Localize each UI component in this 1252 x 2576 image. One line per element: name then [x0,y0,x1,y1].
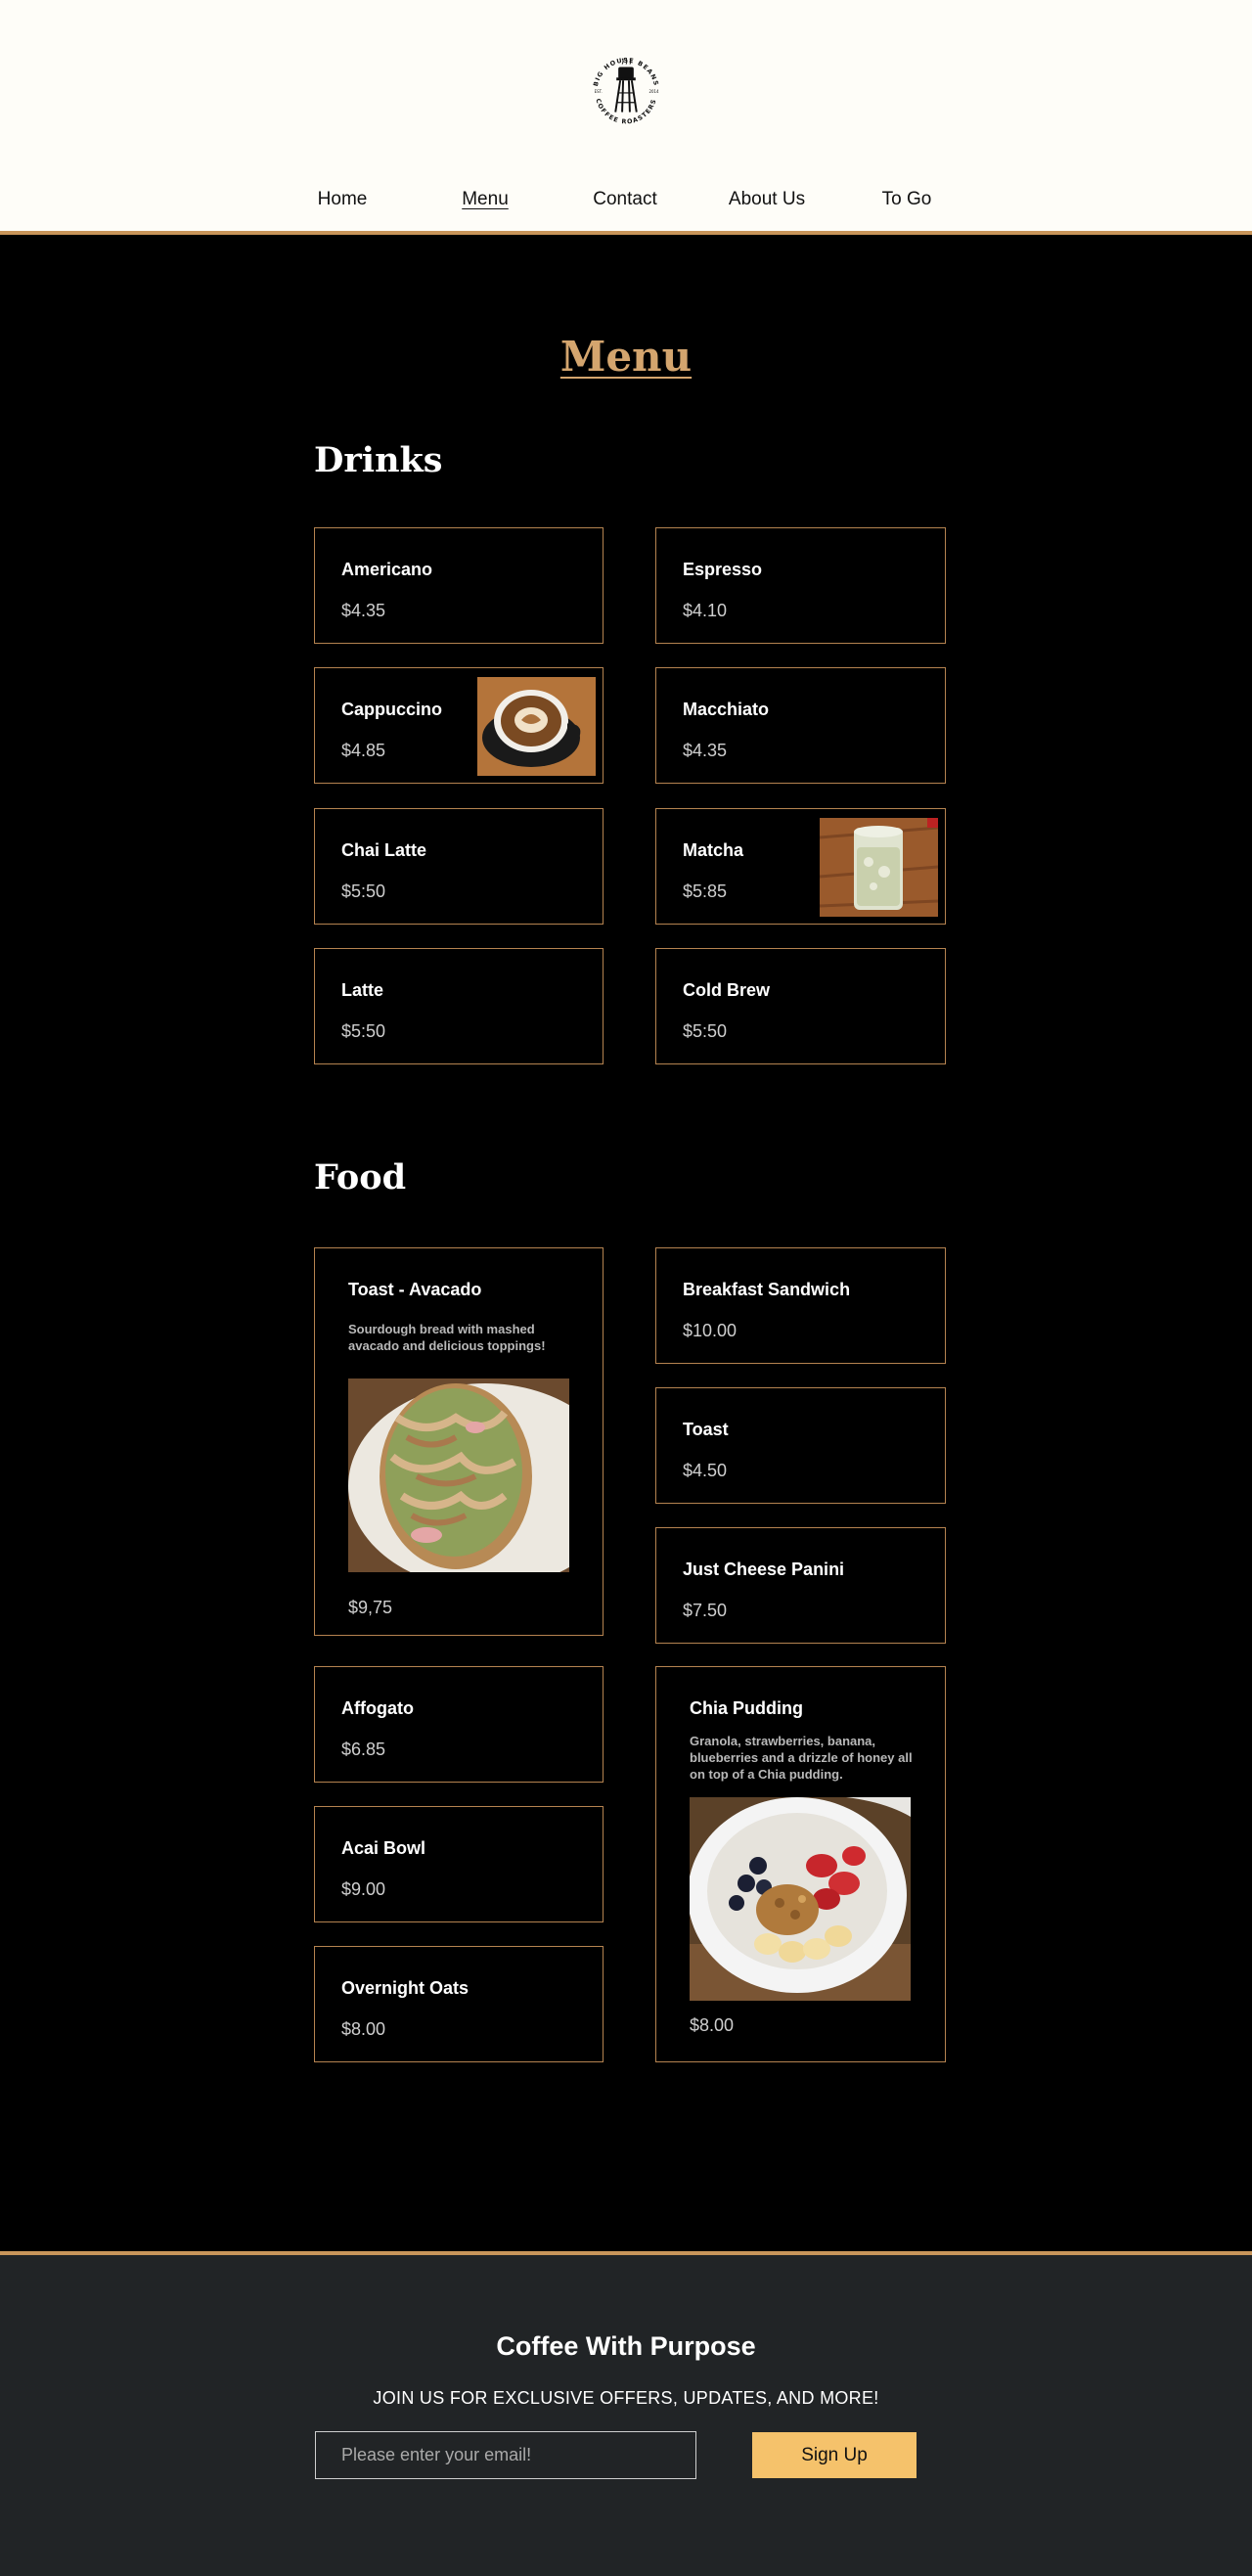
item-name: Toast [683,1420,729,1439]
item-name: Cold Brew [683,980,771,1000]
menu-item-card[interactable]: Latte $5:50 [314,948,604,1064]
nav-home[interactable]: Home [318,189,368,210]
item-price: $4.35 [683,741,728,760]
menu-item-card[interactable]: Cappuccino $4.85 [314,667,604,784]
cappuccino-photo [477,677,596,776]
site-footer: Coffee With Purpose JOIN US FOR EXCLUSIV… [0,2251,1252,2576]
item-description: Granola, strawberries, banana, blueberri… [690,1734,913,1782]
item-name: Toast - Avacado [348,1280,482,1299]
menu-item-card[interactable]: Overnight Oats $8.00 [314,1946,604,2062]
main-nav: Home Menu Contact About Us To Go [0,189,1252,210]
item-name: Latte [341,980,384,1000]
item-price: $5:50 [683,1021,728,1041]
nav-contact[interactable]: Contact [593,189,656,210]
email-field[interactable] [315,2431,696,2479]
menu-item-card[interactable]: Affogato $6.85 [314,1666,604,1783]
menu-item-card[interactable]: Toast - Avacado Sourdough bread with mas… [314,1247,604,1636]
item-price: $5:50 [341,1021,386,1041]
footer-title: Coffee With Purpose [496,2331,756,2361]
menu-item-card[interactable]: Chai Latte $5:50 [314,808,604,925]
menu-item-card[interactable]: Chia Pudding Granola, strawberries, bana… [655,1666,946,2062]
food-heading: Food [314,1157,407,1198]
item-name: Just Cheese Panini [683,1559,845,1579]
svg-text:2014: 2014 [649,89,659,94]
item-name: Chai Latte [341,840,427,860]
item-price: $4.85 [341,741,386,760]
nav-about-us[interactable]: About Us [729,189,805,210]
drinks-heading: Drinks [314,440,443,480]
menu-item-card[interactable]: Just Cheese Panini $7.50 [655,1527,946,1644]
menu-item-card[interactable]: Breakfast Sandwich $10.00 [655,1247,946,1364]
page-title: Menu [559,333,693,381]
sign-up-button[interactable]: Sign Up [752,2432,917,2478]
menu-item-card[interactable]: Macchiato $4.35 [655,667,946,784]
menu-item-card[interactable]: Toast $4.50 [655,1387,946,1504]
item-price: $7.50 [683,1601,728,1620]
menu-item-card[interactable]: Espresso $4.10 [655,527,946,644]
chia-pudding-photo [690,1797,911,2001]
item-price: $8.00 [341,2019,386,2039]
matcha-photo [820,818,938,917]
item-name: Affogato [341,1698,414,1718]
site-header: BIG HOUSE BEANS COFFEE ROASTERS EST. 201… [0,0,1252,235]
item-price: $4.10 [683,601,728,620]
item-name: Cappuccino [341,700,443,719]
item-price: $10.00 [683,1321,738,1340]
big-house-beans-logo[interactable]: BIG HOUSE BEANS COFFEE ROASTERS EST. 201… [578,43,674,139]
avocado-toast-photo [348,1378,569,1572]
item-name: Overnight Oats [341,1978,470,1998]
nav-to-go[interactable]: To Go [882,189,932,210]
item-price: $5:85 [683,881,728,901]
item-price: $8.00 [690,2015,735,2035]
item-description: Sourdough bread with mashed avacado and … [348,1322,546,1353]
menu-item-card[interactable]: Americano $4.35 [314,527,604,644]
item-name: Macchiato [683,700,770,719]
item-price: $6.85 [341,1740,386,1759]
svg-text:EST.: EST. [595,89,603,94]
item-price: $4.50 [683,1461,728,1480]
item-name: Espresso [683,560,763,579]
item-price: $9,75 [348,1598,393,1617]
item-price: $4.35 [341,601,386,620]
menu-item-card[interactable]: Acai Bowl $9.00 [314,1806,604,1922]
item-name: Matcha [683,840,744,860]
menu-item-card[interactable]: Cold Brew $5:50 [655,948,946,1064]
item-price: $5:50 [341,881,386,901]
item-name: Acai Bowl [341,1838,426,1858]
menu-item-card[interactable]: Matcha $5:85 [655,808,946,925]
item-name: Americano [341,560,433,579]
menu-section: Menu Drinks Americano $4.35 Espresso $4.… [0,235,1252,2251]
footer-subtitle: JOIN US FOR EXCLUSIVE OFFERS, UPDATES, A… [373,2388,879,2408]
nav-menu[interactable]: Menu [462,189,509,210]
item-name: Chia Pudding [690,1698,803,1718]
item-price: $9.00 [341,1879,386,1899]
item-name: Breakfast Sandwich [683,1280,851,1299]
svg-text:COFFEE ROASTERS: COFFEE ROASTERS [594,98,657,126]
